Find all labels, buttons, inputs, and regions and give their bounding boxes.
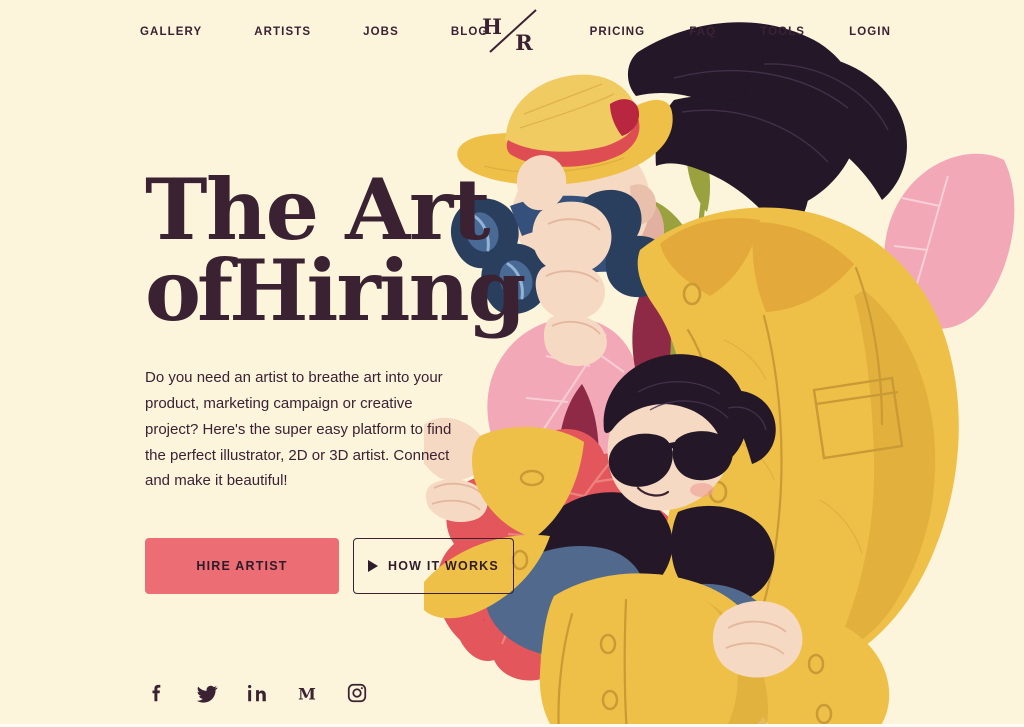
play-icon: [368, 560, 379, 573]
instagram-icon[interactable]: [345, 681, 369, 705]
site-logo[interactable]: H R: [480, 8, 544, 56]
nav-link-artists[interactable]: ARTISTS: [254, 26, 311, 38]
hero-button-row: HIRE ARTIST HOW IT WORKS: [145, 538, 565, 595]
social-links: M: [145, 681, 369, 705]
headline-word-hiring: Hiring: [229, 240, 526, 340]
hero-section: The Art ofHiring Do you need an artist t…: [145, 168, 565, 595]
linkedin-icon[interactable]: [245, 681, 269, 705]
headline-line-2: ofHiring: [145, 248, 565, 332]
nav-link-pricing[interactable]: PRICING: [590, 26, 646, 38]
hero-paragraph: Do you need an artist to breathe art int…: [145, 369, 452, 490]
logo-letter-r: R: [515, 30, 533, 55]
facebook-icon[interactable]: [145, 681, 169, 705]
nav-right-group: PRICING FAQ TOOLS LOGIN: [590, 26, 891, 38]
page-title: The Art ofHiring: [145, 168, 565, 333]
how-it-works-button[interactable]: HOW IT WORKS: [353, 538, 514, 595]
nav-link-faq[interactable]: FAQ: [689, 26, 716, 38]
medium-icon[interactable]: M: [295, 681, 319, 705]
hero-page: GALLERY ARTISTS JOBS BLOG H R PRICING FA…: [0, 0, 1024, 727]
nav-link-gallery[interactable]: GALLERY: [140, 26, 202, 38]
logo-letter-h: H: [482, 14, 502, 39]
hire-artist-button[interactable]: HIRE ARTIST: [145, 538, 339, 595]
nav-link-jobs[interactable]: JOBS: [363, 26, 399, 38]
nav-left-group: GALLERY ARTISTS JOBS BLOG: [140, 26, 488, 38]
how-it-works-label: HOW IT WORKS: [388, 559, 499, 574]
twitter-icon[interactable]: [195, 681, 219, 705]
headline-word-of: of: [145, 240, 233, 340]
hr-monogram-icon: H R: [482, 9, 537, 55]
nav-link-tools[interactable]: TOOLS: [760, 26, 805, 38]
main-navigation: GALLERY ARTISTS JOBS BLOG H R PRICING FA…: [0, 0, 1024, 64]
nav-link-login[interactable]: LOGIN: [849, 26, 891, 38]
svg-text:M: M: [298, 685, 316, 704]
